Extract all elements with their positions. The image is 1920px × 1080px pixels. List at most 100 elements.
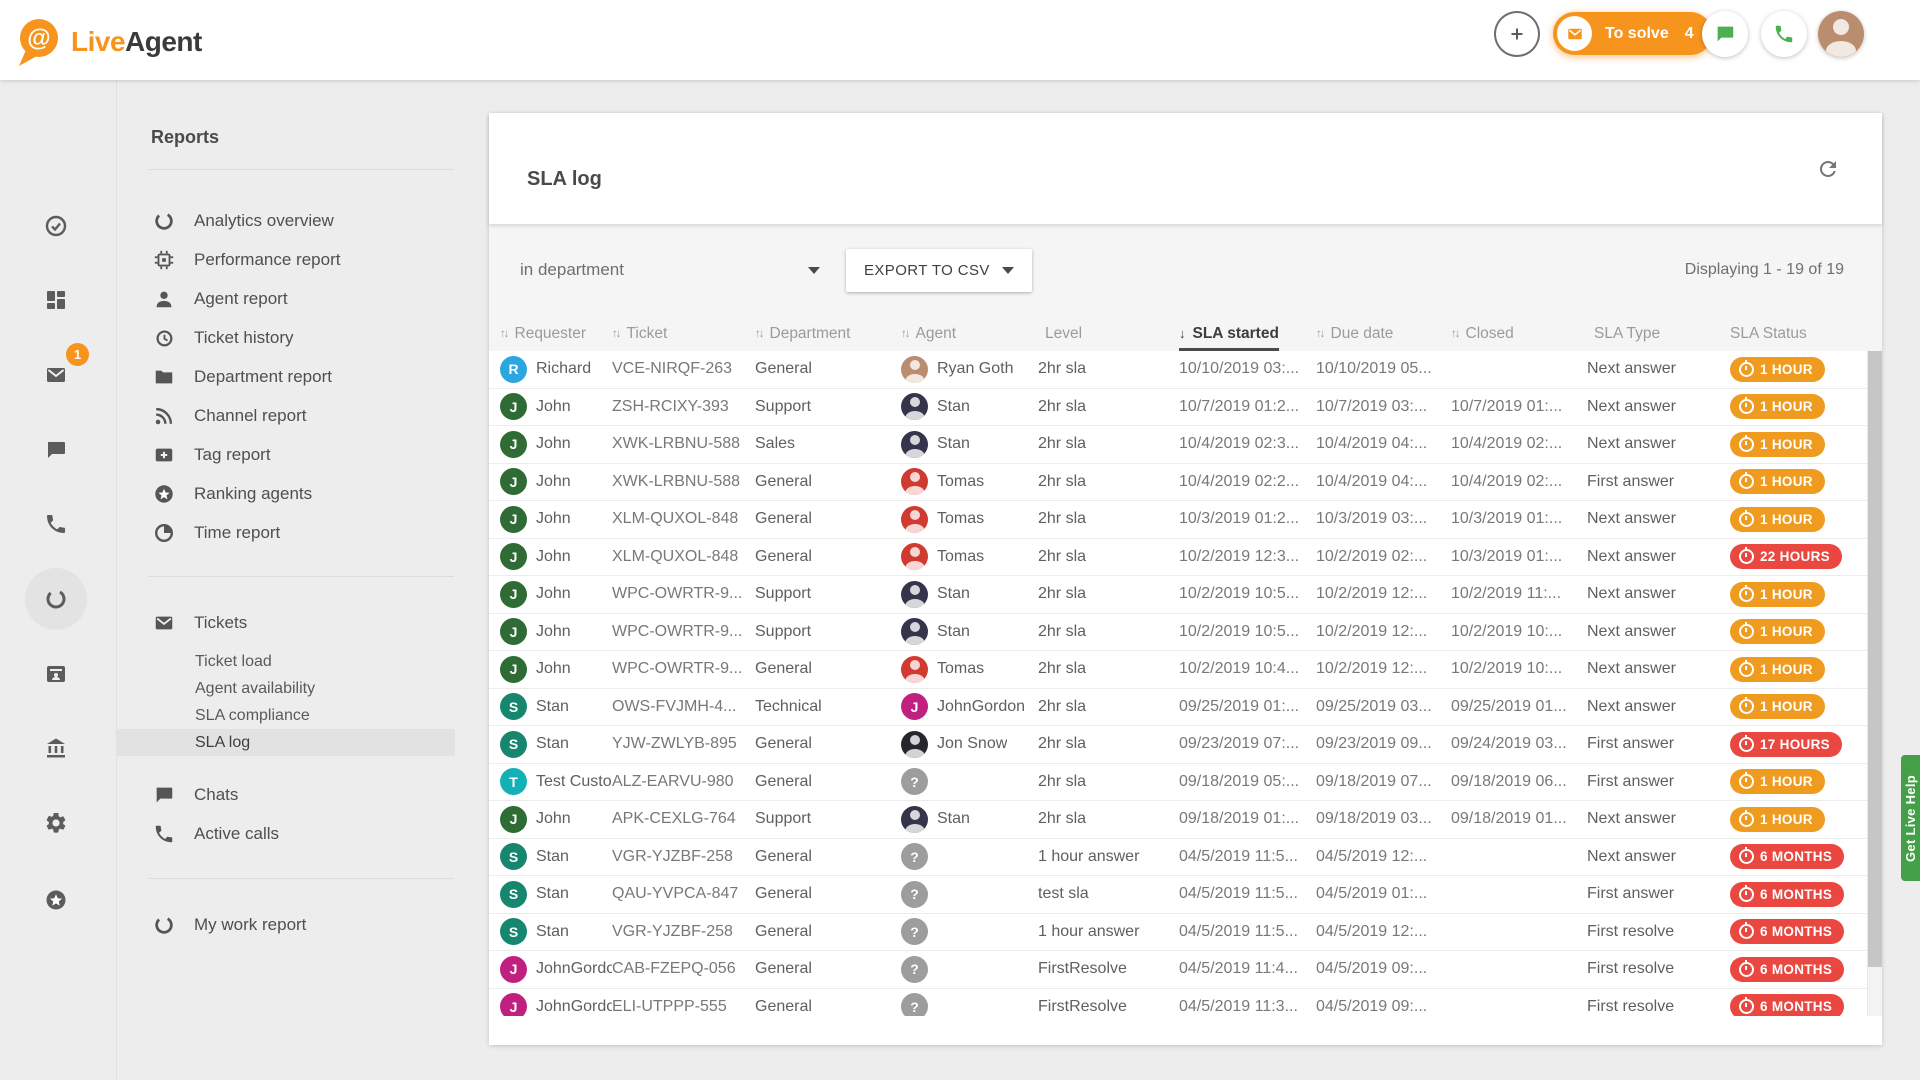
sidebar-item[interactable]: My work report — [117, 905, 455, 944]
rail-item-tickets[interactable] — [44, 363, 68, 387]
logo-text: LiveAgent — [71, 26, 202, 58]
table-row[interactable]: J John WPC-OWRTR-9... Support Stan 2hr s… — [489, 614, 1882, 652]
sidebar-item[interactable]: Department report — [117, 357, 455, 396]
sidebar-item[interactable]: Ticket history — [117, 318, 455, 357]
level-cell: 2hr sla — [1038, 773, 1179, 791]
sidebar-subitem[interactable]: SLA compliance — [117, 702, 455, 729]
column-header[interactable]: ↑↓Due date — [1316, 316, 1451, 351]
sidebar-item[interactable]: Tag report — [117, 435, 455, 474]
column-header[interactable]: ↑↓Requester — [500, 316, 612, 351]
requester-avatar: J — [500, 581, 527, 608]
sidebar-item[interactable]: Time report — [117, 513, 455, 552]
due-date-cell: 04/5/2019 01:... — [1316, 885, 1451, 903]
stopwatch-icon — [1739, 512, 1754, 527]
stopwatch-icon — [1739, 812, 1754, 827]
table-row[interactable]: J John XLM-QUXOL-848 General Tomas 2hr s… — [489, 539, 1882, 577]
add-button[interactable] — [1494, 11, 1540, 57]
chats-button[interactable] — [1702, 11, 1748, 57]
column-header[interactable]: ↑↓Agent — [901, 316, 1038, 351]
table-row[interactable]: S Stan YJW-ZWLYB-895 General Jon Snow 2h… — [489, 726, 1882, 764]
rail-item-settings[interactable] — [44, 811, 68, 835]
department-filter-select[interactable]: in department — [520, 260, 820, 280]
column-header[interactable]: ↑↓Closed — [1451, 316, 1587, 351]
table-row[interactable]: J John WPC-OWRTR-9... Support Stan 2hr s… — [489, 576, 1882, 614]
sidebar-subitem[interactable]: Ticket load — [117, 648, 455, 675]
agent-avatar — [901, 543, 928, 570]
status-badge: 1 HOUR — [1730, 582, 1825, 607]
sidebar-item[interactable]: Channel report — [117, 396, 455, 435]
due-date-cell: 04/5/2019 09:... — [1316, 998, 1451, 1016]
sidebar-item[interactable]: Analytics overview — [117, 201, 455, 240]
column-header[interactable]: SLA Status — [1723, 316, 1867, 351]
column-header[interactable]: ↓SLA started — [1179, 316, 1316, 351]
menu-item-icon — [153, 784, 175, 806]
status-badge: 6 MONTHS — [1730, 994, 1844, 1016]
requester-name: John — [536, 510, 571, 528]
get-live-help-tab[interactable]: Get Live Help — [1901, 755, 1920, 881]
rail-item-starred[interactable] — [44, 888, 68, 912]
sla-started-cell: 09/23/2019 07:... — [1179, 735, 1316, 753]
requester-cell: J John — [500, 393, 612, 420]
chat-icon — [1714, 23, 1736, 45]
sidebar-item[interactable]: Performance report — [117, 240, 455, 279]
sidebar-subitem[interactable]: Agent availability — [117, 675, 455, 702]
table-row[interactable]: J John XWK-LRBNU-588 Sales Stan 2hr sla … — [489, 426, 1882, 464]
user-avatar[interactable] — [1818, 11, 1864, 57]
agent-name: Tomas — [937, 548, 984, 566]
table-row[interactable]: T Test Custo ALZ-EARVU-980 General ? 2hr… — [489, 764, 1882, 802]
calls-button[interactable] — [1761, 11, 1807, 57]
to-solve-button[interactable]: To solve 4 — [1553, 12, 1712, 55]
table-row[interactable]: J John APK-CEXLG-764 Support Stan 2hr sl… — [489, 801, 1882, 839]
table-row[interactable]: J John XWK-LRBNU-588 General Tomas 2hr s… — [489, 464, 1882, 502]
table-row[interactable]: S Stan VGR-YJZBF-258 General ? 1 hour an… — [489, 914, 1882, 952]
agent-cell: ? — [901, 843, 1038, 870]
table-row[interactable]: S Stan OWS-FVJMH-4... Technical J JohnGo… — [489, 689, 1882, 727]
closed-cell: 09/25/2019 01... — [1451, 698, 1587, 716]
table-row[interactable]: S Stan QAU-YVPCA-847 General ? test sla … — [489, 876, 1882, 914]
column-header[interactable]: ↑↓Department — [755, 316, 901, 351]
ticket-cell: ELI-UTPPP-555 — [612, 998, 755, 1016]
department-cell: General — [755, 510, 901, 528]
rail-item-calls[interactable] — [44, 512, 68, 536]
table-row[interactable]: J John XLM-QUXOL-848 General Tomas 2hr s… — [489, 501, 1882, 539]
agent-cell: Tomas — [901, 656, 1038, 683]
agent-cell: Tomas — [901, 543, 1038, 570]
page-title: SLA log — [527, 168, 602, 191]
rail-item-tasks[interactable] — [44, 214, 68, 238]
rail-item-chats[interactable] — [44, 438, 68, 462]
refresh-button[interactable] — [1816, 157, 1840, 181]
rail-item-company[interactable] — [44, 736, 68, 760]
agent-cell: Stan — [901, 581, 1038, 608]
sidebar-item[interactable]: Active calls — [117, 814, 455, 853]
sidebar-subitem[interactable]: SLA log — [117, 729, 455, 756]
logo-bubble-icon: @ — [14, 16, 62, 68]
closed-cell: 09/24/2019 03... — [1451, 735, 1587, 753]
requester-cell: J John — [500, 806, 612, 833]
table-row[interactable]: J JohnGordo ELI-UTPPP-555 General ? Firs… — [489, 989, 1882, 1017]
table-row[interactable]: S Stan VGR-YJZBF-258 General ? 1 hour an… — [489, 839, 1882, 877]
table-row[interactable]: J John WPC-OWRTR-9... General Tomas 2hr … — [489, 651, 1882, 689]
ticket-cell: WPC-OWRTR-9... — [612, 585, 755, 603]
sla-status-cell: 6 MONTHS — [1723, 844, 1867, 869]
sidebar-item[interactable]: Chats — [117, 775, 455, 814]
rail-item-contacts[interactable] — [44, 662, 68, 686]
sla-log-panel: SLA log in department EXPORT TO CSV Disp… — [489, 113, 1882, 1045]
liveagent-logo[interactable]: @ LiveAgent — [14, 16, 202, 68]
scrollbar-thumb[interactable] — [1868, 351, 1882, 967]
sidebar-item[interactable]: Ranking agents — [117, 474, 455, 513]
table-row[interactable]: J John ZSH-RCIXY-393 Support Stan 2hr sl… — [489, 389, 1882, 427]
requester-avatar: J — [500, 618, 527, 645]
export-csv-button[interactable]: EXPORT TO CSV — [846, 249, 1032, 292]
sla-started-cell: 10/2/2019 10:4... — [1179, 660, 1316, 678]
table-row[interactable]: R Richard VCE-NIRQF-263 General Ryan Got… — [489, 351, 1882, 389]
column-header[interactable]: SLA Type — [1587, 316, 1723, 351]
ticket-cell: ALZ-EARVU-980 — [612, 773, 755, 791]
column-header[interactable]: ↑↓Ticket — [612, 316, 755, 351]
column-header[interactable]: Level — [1038, 316, 1179, 351]
sidebar-item[interactable]: Agent report — [117, 279, 455, 318]
department-cell: General — [755, 885, 901, 903]
rail-item-reports[interactable] — [44, 587, 68, 611]
rail-item-dashboard[interactable] — [44, 288, 68, 312]
table-row[interactable]: J JohnGordo CAB-FZEPQ-056 General ? Firs… — [489, 951, 1882, 989]
sidebar-item-tickets[interactable]: Tickets — [117, 603, 455, 642]
